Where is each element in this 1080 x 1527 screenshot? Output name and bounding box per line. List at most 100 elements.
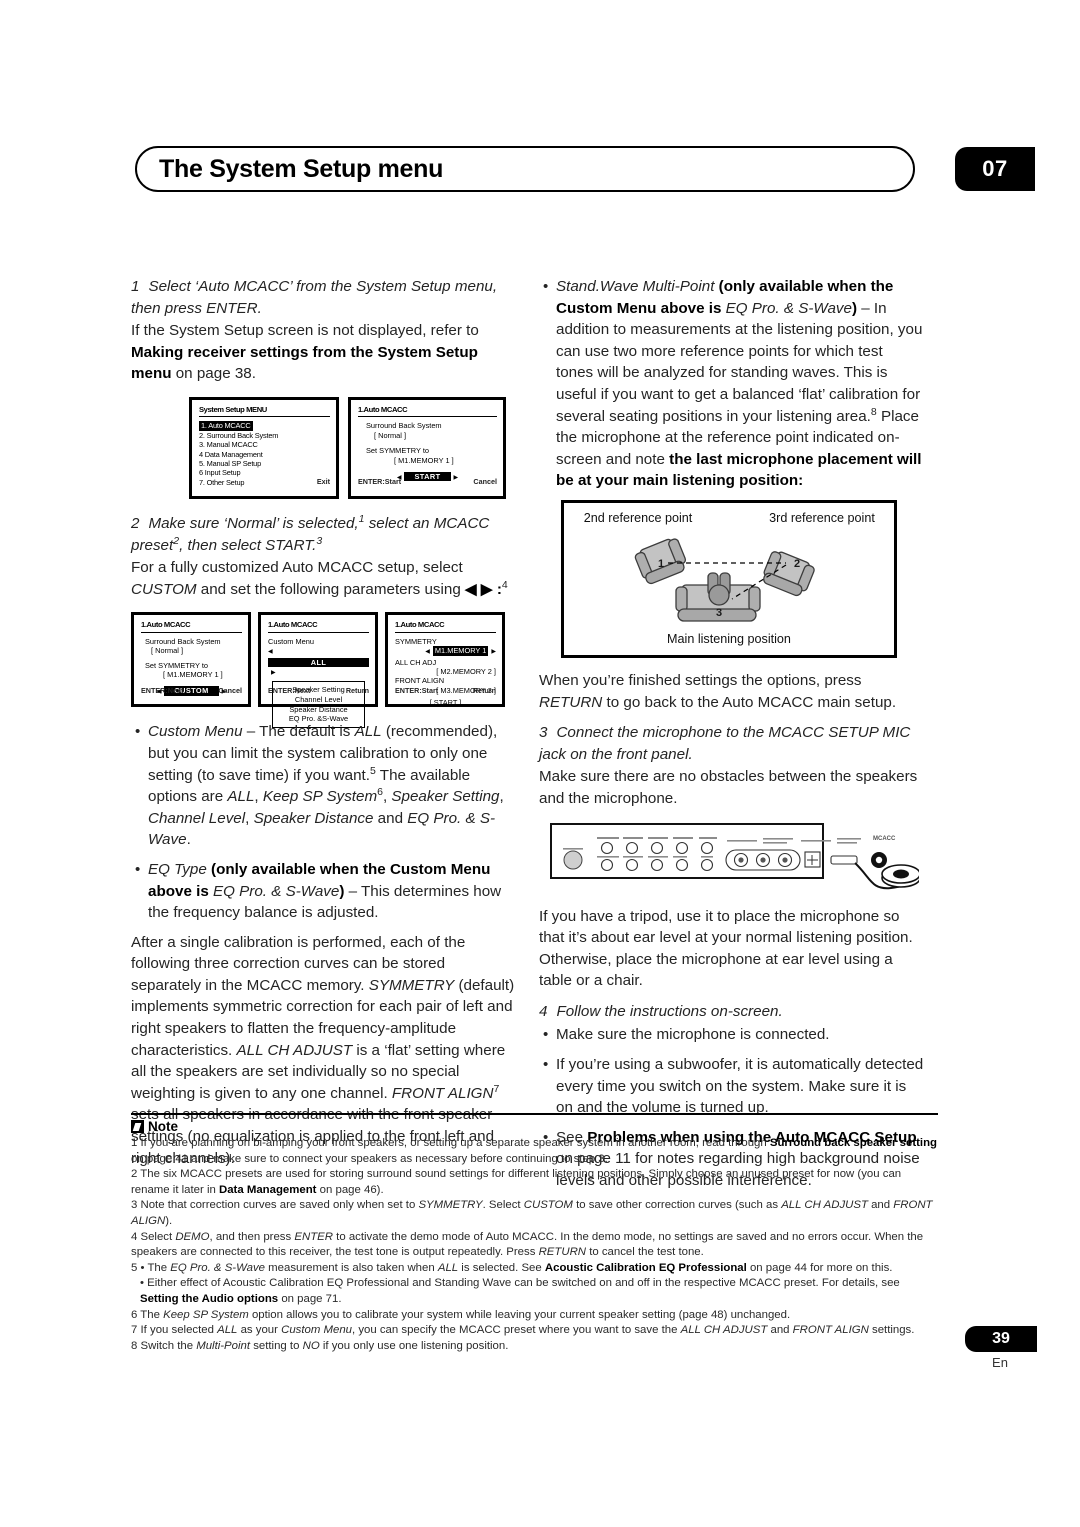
step-1-body: If the System Setup screen is not displa… <box>131 320 516 385</box>
osd1-title: System Setup MENU <box>199 404 267 414</box>
osd4-footer: ENTER:Next Return <box>268 680 369 702</box>
svg-text:MCACC: MCACC <box>873 836 896 842</box>
note-4: 4 Select DEMO, and then press ENTER to a… <box>131 1230 924 1259</box>
osd5-row-0-value-selector[interactable]: M1.MEMORY 1 <box>395 646 496 657</box>
seat-number-1: 1 <box>658 558 664 570</box>
notes-divider <box>131 1113 938 1115</box>
osd5-rule <box>395 631 496 633</box>
step-3: 3 Connect the microphone to the MCACC SET… <box>539 722 924 765</box>
chapter-number-tab: 07 <box>955 147 1035 191</box>
osd4-enter-label: ENTER:Next <box>268 685 311 695</box>
step-2-sup-1: 1 <box>358 512 365 525</box>
step-1: 1 Select ‘Auto MCACC’ from the System Set… <box>131 276 516 319</box>
note-7: 7 If you selected ALL as your Custom Men… <box>131 1324 915 1337</box>
note-3: 3 Note that correction curves are saved … <box>131 1199 933 1227</box>
page-title: The System Setup menu <box>159 154 444 183</box>
step-2-sup-3: 3 <box>316 534 323 547</box>
osd2-enter-label: ENTER:Start <box>358 477 402 487</box>
step-4-bullet-0: Make sure the microphone is connected. <box>539 1024 924 1046</box>
osd1-rule <box>199 416 330 418</box>
bullet-standwave-multipoint: Stand.Wave Multi-Point (only available w… <box>539 276 924 492</box>
bsw-term: Stand.Wave Multi-Point <box>556 278 715 295</box>
receiver-svg: MCACC <box>550 822 932 889</box>
note-8: 8 Switch the Multi-Point setting to NO i… <box>131 1339 509 1352</box>
osd4-rule <box>268 631 369 633</box>
step-4-bullet-1: If you’re using a subwoofer, it is autom… <box>539 1054 924 1119</box>
page-header: The System Setup menu 07 <box>135 146 1035 192</box>
notes-body: 1 If you are planning on bi-amping your … <box>131 1136 938 1354</box>
osd2-line2: [ Normal ] <box>374 430 407 440</box>
osd-auto-mcacc-start: 1.Auto MCACC Surround Back System [ Norm… <box>348 396 506 499</box>
osd2-line3: Set SYMMETRY to <box>366 446 429 456</box>
osd3-enter-label: ENTER:Next <box>141 685 184 695</box>
osd-system-setup-menu: System Setup MENU 1. Auto MCACC 2. Surro… <box>189 396 339 499</box>
osd2-line4: [ M1.MEMORY 1 ] <box>394 455 454 465</box>
note-5: 5 • The EQ Pro. & S-Wave measurement is … <box>131 1261 893 1274</box>
bullet-custom-menu: Custom Menu – The default is ALL (recomm… <box>131 721 516 851</box>
step-3-number: 3 <box>539 724 548 742</box>
bcm-opt4: Channel Level <box>148 809 246 827</box>
osd5-footer: ENTER:Start Return <box>395 680 496 702</box>
bcm-sup2: 6 <box>377 786 383 799</box>
step-4-number: 4 <box>539 1002 548 1020</box>
step-2-body-italic: CUSTOM <box>131 580 197 598</box>
bcm-t5: . <box>186 831 191 849</box>
bcm-opt3: Speaker Setting <box>391 788 500 806</box>
bcm-term2: ALL <box>354 723 382 741</box>
step-1-body-pre: If the System Setup screen is not displa… <box>131 322 479 340</box>
step-2-number: 2 <box>131 514 140 532</box>
ad-i1: RETURN <box>539 693 603 711</box>
bcm-opt5: Speaker Distance <box>253 809 374 827</box>
room-diagram-svg: 1 2 3 <box>634 538 815 622</box>
language-code: En <box>992 1355 1008 1370</box>
step-2-nav-keys-icon: ◀ ▶ : <box>465 580 502 598</box>
osd4-return-label: Return <box>345 685 369 695</box>
osd5-row-0-label: SYMMETRY <box>395 636 437 646</box>
notes-heading: Note <box>131 1119 938 1134</box>
osd3-line2: [ Normal ] <box>151 646 184 656</box>
osd4-selector[interactable]: ALL <box>268 646 369 678</box>
osd3-cancel-label: Cancel <box>218 685 242 695</box>
notes-section: Note 1 If you are planning on bi-amping … <box>131 1113 938 1354</box>
chapter-number: 07 <box>982 156 1008 181</box>
osd-memory-assign: 1.Auto MCACC SYMMETRY M1.MEMORY 1 ALL CH… <box>385 612 505 708</box>
fp-i1: SYMMETRY <box>368 976 455 994</box>
right-bullet-list: Stand.Wave Multi-Point (only available w… <box>539 276 924 492</box>
ad-t2: to go back to the Auto MCACC main setup. <box>602 693 897 711</box>
note-5-sub: • Either effect of Acoustic Calibration … <box>140 1277 900 1305</box>
osd5-row-1-label: ALL CH ADJ <box>395 657 437 667</box>
after-diagram-paragraph: When you’re finished settings the option… <box>539 670 924 713</box>
osd1-item-0: 1. Auto MCACC <box>199 421 253 431</box>
osd5-enter-label: ENTER:Start <box>395 685 439 695</box>
page-footer: 39 En <box>955 1326 1045 1370</box>
tripod-paragraph: If you have a tripod, use it to place th… <box>539 907 913 990</box>
osd2-title: 1.Auto MCACC <box>358 404 408 414</box>
right-column: Stand.Wave Multi-Point (only available w… <box>539 276 932 1200</box>
osd2-footer: ENTER:Start Cancel <box>358 471 497 493</box>
osd4-title: 1.Auto MCACC <box>268 620 318 630</box>
room-layout-diagram: 2nd reference point 3rd reference point … <box>561 499 897 658</box>
note-6: 6 The Keep SP System option allows you t… <box>131 1308 791 1321</box>
step-3-instruction: Connect the microphone to the MCACC SETU… <box>539 724 911 763</box>
osd1-item-2: 3. Manual MCACC <box>199 440 258 450</box>
bcm-t4: and <box>373 809 408 827</box>
page-number: 39 <box>992 1330 1010 1347</box>
bullet-custom-menu-term: Custom Menu <box>148 723 243 741</box>
osd2-cancel-label: Cancel <box>473 477 497 487</box>
step-2-italic-3: , then select START. <box>179 536 317 554</box>
osd-custom-select: 1.Auto MCACC Surround Back System [ Norm… <box>131 612 251 708</box>
note-1: 1 If you are planning on bi-amping your … <box>131 1137 937 1165</box>
ad-t1: When you’re finished settings the option… <box>539 671 862 689</box>
notes-heading-label: Note <box>148 1119 178 1134</box>
step-1-instruction: Select ‘Auto MCACC’ from the System Setu… <box>131 278 498 317</box>
header-pill: The System Setup menu <box>135 146 915 192</box>
step-2-body: For a fully customized Auto MCACC setup,… <box>131 557 516 600</box>
bullet-eq-type: EQ Type (only available when the Custom … <box>131 859 516 924</box>
osd1-item-1: 2. Surround Back System <box>199 430 279 440</box>
step-2-body-sup: 4 <box>501 578 508 591</box>
step-4-instruction: Follow the instructions on-screen. <box>556 1002 783 1020</box>
osd2-line1: Surround Back System <box>366 421 442 431</box>
step-2-body-mid: and set the following parameters using <box>196 580 466 598</box>
osd3-rule <box>141 631 242 633</box>
osd5-title: 1.Auto MCACC <box>395 620 445 630</box>
